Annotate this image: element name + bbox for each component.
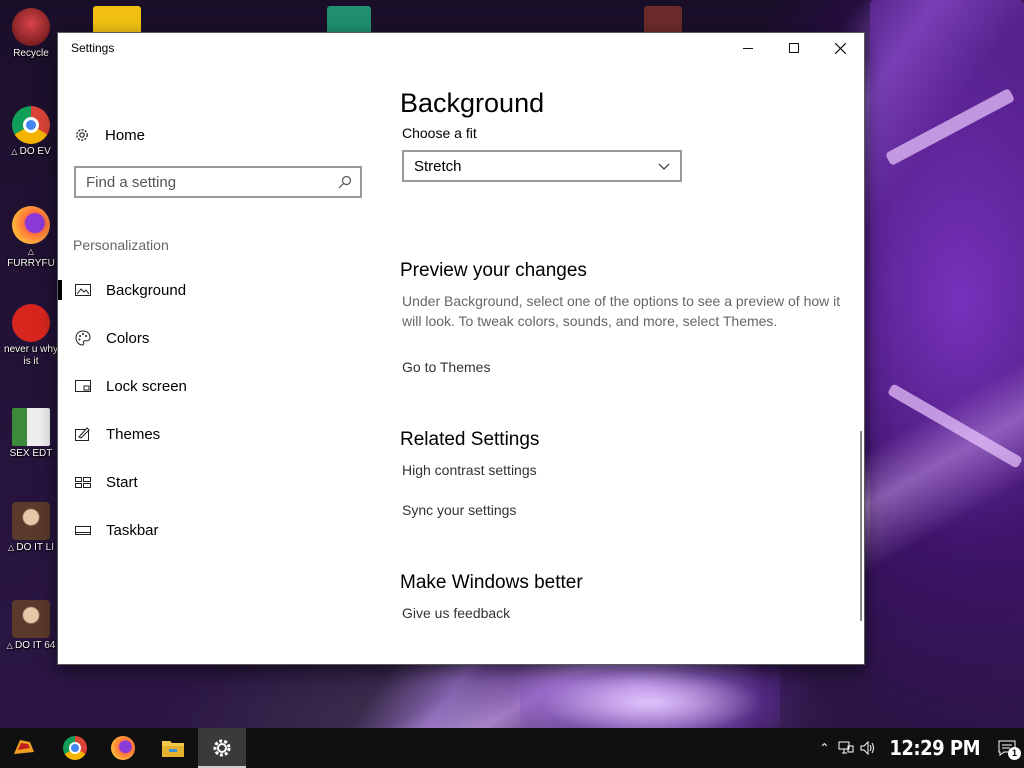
choose-fit-label: Choose a fit <box>402 125 477 141</box>
taskbar-icon <box>75 526 91 535</box>
devcpp-icon <box>12 304 50 342</box>
network-icon[interactable] <box>835 728 857 768</box>
taskbar: ⌃ 12:29 PM 1 <box>0 728 1024 768</box>
file-explorer-icon <box>162 741 184 757</box>
sidebar-item-label: Taskbar <box>106 521 159 539</box>
window-title: Settings <box>71 41 115 55</box>
firefox-icon <box>111 736 135 760</box>
close-button[interactable] <box>817 33 863 63</box>
give-feedback-link[interactable]: Give us feedback <box>402 605 510 621</box>
hex-editor-icon <box>12 408 50 446</box>
maximize-button[interactable] <box>771 33 817 63</box>
sidebar-item-taskbar[interactable]: Taskbar <box>58 510 378 550</box>
picture-icon <box>75 284 91 296</box>
page-title: Background <box>400 88 545 118</box>
sidebar-item-lock-screen[interactable]: Lock screen <box>58 366 378 406</box>
section-label: Personalization <box>73 237 169 253</box>
sidebar-item-label: Background <box>106 281 187 299</box>
sidebar-item-colors[interactable]: Colors <box>58 318 378 358</box>
themes-icon <box>75 427 90 441</box>
sidebar-item-label: Start <box>106 473 138 491</box>
portrait-shortcut[interactable]: △ DO IT LI <box>4 502 58 554</box>
recycle-bin-icon <box>12 8 50 46</box>
sidebar-item-background[interactable]: Background <box>58 270 378 310</box>
preview-heading: Preview your changes <box>400 260 587 281</box>
show-hidden-icons-chevron-icon[interactable]: ⌃ <box>813 728 835 768</box>
chrome-icon <box>12 106 50 144</box>
sidebar-item-label: Colors <box>106 329 150 347</box>
high-contrast-link[interactable]: High contrast settings <box>402 462 537 478</box>
title-bar[interactable]: Settings <box>58 33 864 63</box>
volume-icon[interactable] <box>857 728 879 768</box>
wallpaper-glow <box>520 664 780 728</box>
portrait-icon <box>12 502 50 540</box>
sync-settings-link[interactable]: Sync your settings <box>402 502 516 518</box>
top-desktop-icon[interactable] <box>93 6 141 36</box>
palette-icon <box>75 330 91 346</box>
taskbar-settings-button[interactable] <box>198 728 246 768</box>
chrome-icon <box>63 736 87 760</box>
search-box[interactable] <box>74 166 362 198</box>
firefox-icon <box>12 206 50 244</box>
wallpaper-glow <box>870 0 1024 728</box>
desktop-icon-label: △ DO EV <box>11 146 51 157</box>
desktop-icon-label: SEX EDT <box>9 448 53 459</box>
desktop-icon-label: Recycle <box>13 48 49 59</box>
go-to-themes-link[interactable]: Go to Themes <box>402 359 490 375</box>
search-icon[interactable] <box>338 175 352 189</box>
settings-window: Settings Home Personalization <box>58 33 864 664</box>
firefox-shortcut[interactable]: △ FURRYFU <box>4 206 58 270</box>
nav-home-label: Home <box>105 126 146 144</box>
top-desktop-icon[interactable] <box>327 6 371 36</box>
nav-home[interactable]: Home <box>74 123 145 147</box>
content-pane: Background Choose a fit Stretch Preview … <box>378 63 864 663</box>
search-input[interactable] <box>76 168 334 196</box>
portrait-64-shortcut[interactable]: △ DO IT 64 <box>4 600 58 652</box>
top-desktop-icon[interactable] <box>644 6 682 36</box>
start-button[interactable] <box>0 728 48 768</box>
recycle-bin-icon[interactable]: Recycle <box>4 8 58 60</box>
clock[interactable]: 12:29 PM <box>889 736 980 760</box>
maximize-icon <box>789 43 799 53</box>
devcpp-shortcut[interactable]: never u why is it <box>4 304 58 368</box>
start-icon <box>75 477 91 488</box>
portrait-64-icon <box>12 600 50 638</box>
taskbar-chrome-button[interactable] <box>51 728 99 768</box>
chrome-shortcut[interactable]: △ DO EV <box>4 106 58 158</box>
lock-screen-icon <box>75 380 91 392</box>
desktop-icon-label: △ DO IT 64 <box>6 640 56 651</box>
taskbar-file-explorer-button[interactable] <box>149 728 197 768</box>
hex-editor-shortcut[interactable]: SEX EDT <box>4 408 58 460</box>
sidebar-item-themes[interactable]: Themes <box>58 414 378 454</box>
desktop-icon-label: △ DO IT LI <box>8 542 54 553</box>
gear-icon <box>76 129 88 141</box>
sidebar-item-start[interactable]: Start <box>58 462 378 502</box>
chevron-down-icon <box>658 163 670 170</box>
make-windows-better-heading: Make Windows better <box>400 572 583 593</box>
taskbar-firefox-button[interactable] <box>99 728 147 768</box>
settings-gear-icon <box>213 739 231 757</box>
minimize-button[interactable] <box>725 33 771 63</box>
desktop-icon-label: △ FURRYFU <box>7 247 55 269</box>
minimize-icon <box>743 47 753 49</box>
preview-description: Under Background, select one of the opti… <box>402 293 841 329</box>
close-icon <box>834 42 846 54</box>
system-tray: ⌃ 12:29 PM 1 <box>813 728 1024 768</box>
start-icon <box>14 740 34 754</box>
sidebar-item-label: Lock screen <box>106 377 187 395</box>
fit-dropdown[interactable]: Stretch <box>402 150 682 182</box>
fit-dropdown-value: Stretch <box>414 157 462 175</box>
sidebar-item-label: Themes <box>106 425 161 443</box>
scrollbar[interactable] <box>860 431 862 621</box>
settings-nav: Home Personalization Background Colors <box>58 63 378 663</box>
related-settings-heading: Related Settings <box>400 429 540 450</box>
desktop-icon-label: never u why is it <box>4 344 58 367</box>
notification-count-badge: 1 <box>1008 747 1021 760</box>
action-center-button[interactable]: 1 <box>990 728 1024 768</box>
